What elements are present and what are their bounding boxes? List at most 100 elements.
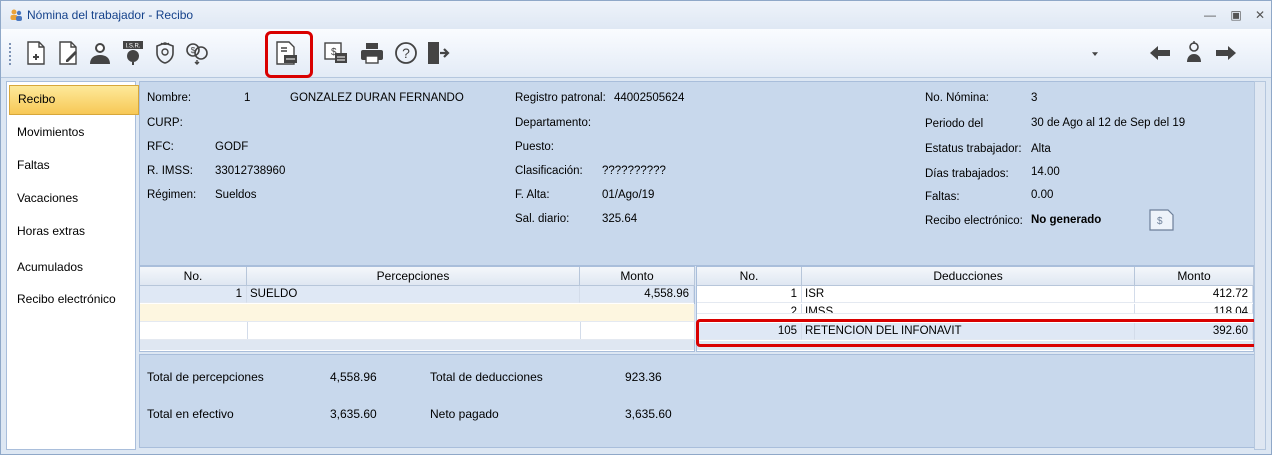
toolbar-highlight [265,31,313,78]
deduccion-monto: 412.72 [1135,286,1253,303]
regimen-value: Sueldos [215,189,257,201]
percepciones-header-monto[interactable]: Monto [580,267,695,286]
deduccion-no: 2 [697,304,802,314]
sidebar: Recibo Movimientos Faltas Vacaciones Hor… [6,81,139,450]
row-highlight [696,319,1258,347]
edit-document-button[interactable] [53,37,83,69]
empty-cell [140,304,248,322]
percepciones-scrollbar[interactable] [140,340,694,350]
alta-label: F. Alta: [515,189,550,201]
total-percepciones-label: Total de percepciones [147,370,264,384]
salario-label: Sal. diario: [515,213,570,225]
registro-label: Registro patronal: [515,92,606,104]
neto-pagado-label: Neto pagado [430,407,499,421]
printer-icon [361,43,383,64]
vertical-scrollbar[interactable] [1254,81,1266,450]
title-bar: Nómina del trabajador - Recibo — ▣ ✕ [1,1,1271,29]
alta-value: 01/Ago/19 [602,189,655,201]
registro-value: 44002505624 [614,92,685,104]
help-button[interactable]: ? [391,37,421,69]
money-icon: $ [186,43,208,65]
payment-slip-button[interactable]: $ [321,37,351,69]
electronic-receipt-icon[interactable]: $ [1148,208,1176,232]
periodo-label: Periodo del [925,118,984,130]
total-efectivo-value: 3,635.60 [330,407,377,421]
payment-slip-icon: $ [324,42,347,63]
employee-button[interactable] [85,37,115,69]
neto-pagado-value: 3,635.60 [625,407,672,421]
sidebar-item-vacaciones[interactable]: Vacaciones [9,184,137,212]
users-icon [10,9,22,21]
rfc-label: RFC: [147,141,174,153]
nombre-label: Nombre: [147,92,192,104]
estatus-label: Estatus trabajador: [925,143,1022,155]
nombre-value: GONZALEZ DURAN FERNANDO [290,92,464,104]
periodo-value: 30 de Ago al 12 de Sep del 19 [1031,117,1186,129]
sidebar-item-horas-extras[interactable]: Horas extras [9,217,137,245]
sidebar-item-recibo[interactable]: Recibo [9,85,139,115]
isr-button[interactable]: I.S.R. [118,37,148,69]
deducciones-header-monto[interactable]: Monto [1135,267,1254,286]
previous-button[interactable] [1145,37,1175,69]
svg-text:$: $ [1157,216,1163,227]
toolbar-grip[interactable] [9,43,14,65]
faltas-value: 0.00 [1031,189,1054,201]
isr-icon: I.S.R. [123,41,143,65]
clasificacion-value: ?????????? [602,165,666,177]
nombre-number: 1 [244,92,251,104]
exit-button[interactable] [423,37,453,69]
sidebar-item-faltas[interactable]: Faltas [9,151,137,179]
total-percepciones-value: 4,558.96 [330,370,377,384]
person-icon [90,43,110,64]
shield-button[interactable] [150,37,180,69]
totals-panel: Total de percepciones 4,558.96 Total de … [139,354,1256,448]
puesto-label: Puesto: [515,141,554,153]
deducciones-header-concepto[interactable]: Deducciones [802,267,1135,286]
empty-cell [580,322,695,340]
toolbar-overflow-dropdown[interactable] [1087,37,1103,69]
regimen-label: Régimen: [147,189,197,201]
close-button[interactable]: ✕ [1252,7,1268,23]
person-selector-icon [1187,41,1201,62]
svg-text:?: ? [402,45,410,61]
shield-icon [156,42,174,64]
recibo-electronico-label: Recibo electrónico: [925,215,1023,227]
chevron-down-icon [1092,52,1098,56]
money-transfer-button[interactable]: $ [182,37,212,69]
next-button[interactable] [1211,37,1241,69]
svg-text:$: $ [191,46,196,55]
toolbar: I.S.R. $ $ ? [1,29,1271,78]
salario-value: 325.64 [602,213,638,225]
deducciones-header-no[interactable]: No. [697,267,802,286]
total-efectivo-label: Total en efectivo [147,407,234,421]
deduccion-no: 1 [697,286,802,303]
employee-info-panel: Nombre: 1 GONZALEZ DURAN FERNANDO CURP: … [139,81,1256,266]
imss-value: 33012738960 [215,165,286,177]
new-document-button[interactable] [21,37,51,69]
sidebar-item-acumulados[interactable]: Acumulados [9,253,137,281]
percepciones-table: No. Percepciones Monto 1 SUELDO 4,558.96 [139,266,695,352]
sidebar-item-movimientos[interactable]: Movimientos [9,118,137,146]
percepciones-header-no[interactable]: No. [140,267,247,286]
total-deducciones-value: 923.36 [625,370,662,384]
restore-button[interactable]: ▣ [1228,7,1244,23]
percepcion-concepto: SUELDO [247,286,580,303]
empty-cell [580,304,695,322]
dias-value: 14.00 [1031,166,1060,178]
percepciones-header-concepto[interactable]: Percepciones [247,267,580,286]
curp-label: CURP: [147,117,183,129]
total-deducciones-label: Total de deducciones [430,370,543,384]
clasificacion-label: Clasificación: [515,165,583,177]
window-title: Nómina del trabajador - Recibo [27,8,194,22]
print-button[interactable] [357,37,387,69]
dias-label: Días trabajados: [925,168,1009,180]
employee-selector-button[interactable] [1179,37,1209,69]
empty-cell [140,322,248,340]
minimize-button[interactable]: — [1202,7,1218,23]
deduccion-monto: 118.04 [1135,304,1253,314]
edit-document-icon [59,41,77,65]
sidebar-item-recibo-electronico[interactable]: Recibo electrónico [9,285,137,313]
faltas-label: Faltas: [925,191,960,203]
receipt-window: Nómina del trabajador - Recibo — ▣ ✕ I.S… [0,0,1272,455]
departamento-label: Departamento: [515,117,592,129]
